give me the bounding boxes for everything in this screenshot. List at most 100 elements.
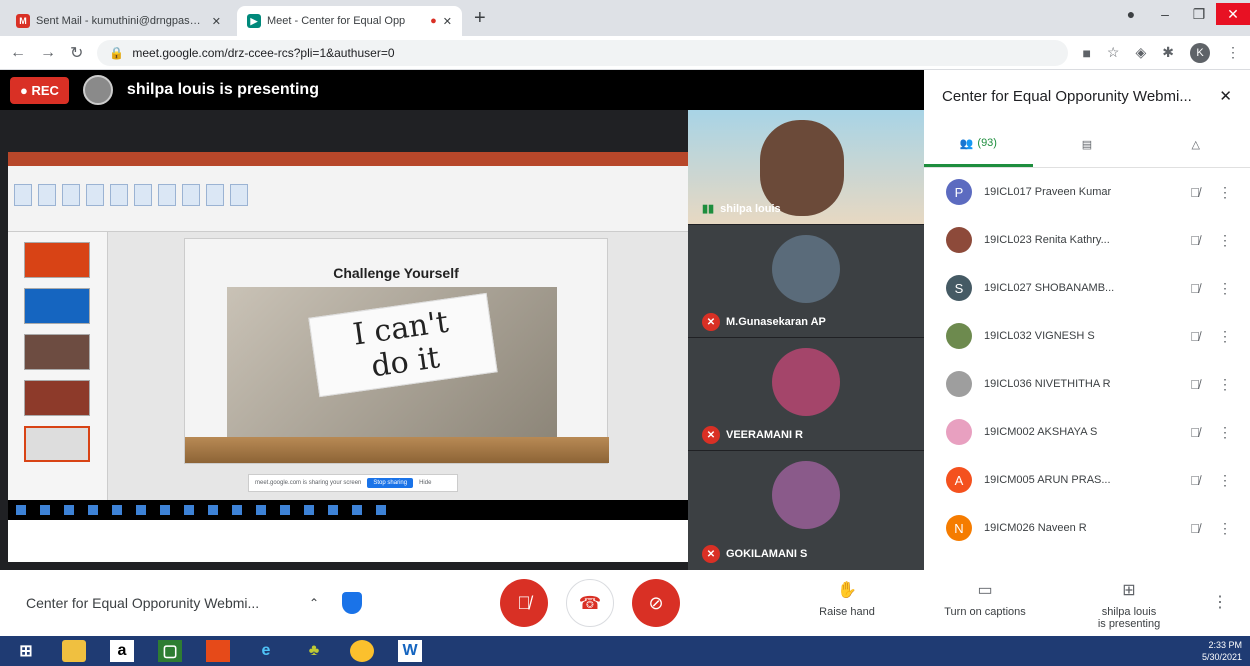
slide-thumbnails — [8, 232, 108, 500]
activities-icon: △ — [1191, 139, 1200, 151]
slide-image: I can't do it — [227, 287, 557, 443]
list-item[interactable]: S 19ICL027 SHOBANAMB... 🎙̸ ⋮ — [924, 264, 1250, 312]
tab-chat[interactable]: ▤ — [1033, 122, 1142, 167]
close-tab-icon[interactable]: ✕ — [443, 15, 452, 28]
more-options-icon[interactable]: ⋮ — [1218, 280, 1232, 297]
tab-sent-mail[interactable]: M Sent Mail - kumuthini@drngpasc.ac.in ✕ — [6, 6, 231, 36]
powerpoint-ribbon — [8, 166, 688, 232]
reload-icon[interactable]: ↻ — [70, 43, 83, 63]
windows-start-icon[interactable]: ⊞ — [14, 640, 38, 662]
participant-avatar — [946, 227, 972, 253]
app-icon[interactable]: ♣ — [302, 640, 326, 662]
more-options-icon[interactable]: ⋮ — [1218, 232, 1232, 249]
list-item[interactable]: A 19ICM005 ARUN PRAS... 🎙̸ ⋮ — [924, 456, 1250, 504]
more-options-icon[interactable]: ⋮ — [1218, 328, 1232, 345]
panel-title: Center for Equal Opporunity Webmi... — [942, 87, 1192, 105]
list-item[interactable]: 19ICM002 AKSHAYA S 🎙̸ ⋮ — [924, 408, 1250, 456]
participant-avatar — [772, 348, 840, 416]
list-item[interactable]: N 19ICM026 Naveen R 🎙̸ ⋮ — [924, 504, 1250, 552]
mic-off-icon: 🎙̸ — [1190, 328, 1200, 344]
chrome-icon[interactable] — [350, 640, 374, 662]
chevron-up-icon[interactable]: ⌃ — [290, 596, 338, 610]
windows-taskbar: ⊞ a ▢ e ♣ W 2:33 PM 5/30/2021 — [0, 636, 1250, 666]
window-close-button[interactable]: ✕ — [1216, 3, 1250, 25]
meeting-title[interactable]: Center for Equal Opporunity Webmi... — [0, 595, 290, 611]
stop-sharing-button[interactable]: Stop sharing — [367, 478, 414, 488]
powerpoint-titlebar — [8, 152, 688, 166]
tab-people[interactable]: 👥 (93) — [924, 122, 1033, 167]
new-tab-button[interactable]: + — [474, 7, 486, 30]
list-item[interactable]: 19ICL023 Renita Kathry... 🎙̸ ⋮ — [924, 216, 1250, 264]
bookmark-star-icon[interactable]: ☆ — [1107, 44, 1120, 61]
extension-icon[interactable]: ◈ — [1135, 44, 1146, 61]
puzzle-icon[interactable]: ✱ — [1162, 44, 1174, 61]
camera-icon[interactable]: ■ — [1082, 45, 1090, 61]
participant-name: 19ICM002 AKSHAYA S — [984, 426, 1098, 438]
hide-button[interactable]: Hide — [419, 480, 431, 486]
participant-tile[interactable]: ✕ M.Gunasekaran AP — [688, 224, 924, 337]
system-tray[interactable]: 2:33 PM 5/30/2021 — [1202, 639, 1242, 663]
more-options-icon[interactable]: ⋮ — [1212, 592, 1228, 612]
presenting-button[interactable]: ⊞ shilpa louis is presenting — [1074, 580, 1184, 630]
ribbon-tools — [8, 178, 688, 212]
list-item[interactable]: P 19ICL017 Praveen Kumar 🎙̸ ⋮ — [924, 168, 1250, 216]
slide-thumbnail — [24, 334, 90, 370]
clock-date: 5/30/2021 — [1201, 652, 1242, 662]
more-options-icon[interactable]: ⋮ — [1218, 424, 1232, 441]
minimize-button[interactable]: – — [1148, 6, 1182, 22]
raise-hand-button[interactable]: ✋ Raise hand — [792, 580, 902, 618]
mic-off-icon: ✕ — [702, 545, 720, 563]
mic-off-icon: 🎙̸ — [1190, 424, 1200, 440]
edge-icon[interactable]: e — [254, 640, 278, 662]
amazon-icon[interactable]: a — [110, 640, 134, 662]
participant-tile[interactable]: ✕ VEERAMANI R — [688, 337, 924, 450]
participant-name: 19ICM026 Naveen R — [984, 522, 1087, 534]
people-panel: Center for Equal Opporunity Webmi... ✕ 👥… — [924, 70, 1250, 570]
panel-tabs: 👥 (93) ▤ △ — [924, 122, 1250, 168]
menu-kebab-icon[interactable]: ⋮ — [1226, 44, 1240, 61]
url-field[interactable]: 🔒 meet.google.com/drz-ccee-rcs?pli=1&aut… — [97, 39, 1069, 66]
tab-activities[interactable]: △ — [1141, 122, 1250, 167]
shield-icon[interactable] — [342, 592, 362, 614]
shared-taskbar — [8, 500, 688, 520]
participant-avatar: A — [946, 467, 972, 493]
forward-icon[interactable]: → — [40, 44, 56, 62]
participant-tile-presenter[interactable]: ▮▮ shilpa louis — [688, 110, 924, 224]
participant-tile[interactable]: ✕ GOKILAMANI S — [688, 450, 924, 570]
mic-off-icon: 🎙̸ — [1190, 280, 1200, 296]
more-options-icon[interactable]: ⋮ — [1218, 520, 1232, 537]
profile-avatar[interactable]: K — [1190, 42, 1210, 63]
meeting-stage: ● REC shilpa louis is presenting Challen… — [0, 70, 924, 570]
slide-thumbnail-active — [24, 426, 90, 462]
tab-label: Sent Mail - kumuthini@drngpasc.ac.in — [36, 15, 206, 27]
more-options-icon[interactable]: ⋮ — [1218, 184, 1232, 201]
more-options-icon[interactable]: ⋮ — [1218, 472, 1232, 489]
tile-name: ✕ GOKILAMANI S — [702, 545, 807, 563]
list-item[interactable]: 19ICL036 NIVETHITHA R 🎙̸ ⋮ — [924, 360, 1250, 408]
participant-name: 19ICL027 SHOBANAMB... — [984, 282, 1115, 294]
word-icon[interactable]: W — [398, 640, 422, 662]
app-icon[interactable]: ▢ — [158, 640, 182, 662]
slide-title: Challenge Yourself — [333, 265, 459, 281]
powerpoint-body: Challenge Yourself I can't do it meet.go… — [8, 232, 688, 500]
tab-meet[interactable]: ▶ Meet - Center for Equal Opp ● ✕ — [237, 6, 462, 36]
leave-call-button[interactable]: ☎ — [566, 579, 614, 627]
mic-off-icon: 🎙̸ — [1190, 232, 1200, 248]
app-icon[interactable] — [206, 640, 230, 662]
participant-avatar: S — [946, 275, 972, 301]
camera-toggle-button[interactable]: ⊘ — [632, 579, 680, 627]
more-options-icon[interactable]: ⋮ — [1218, 376, 1232, 393]
url-text: meet.google.com/drz-ccee-rcs?pli=1&authu… — [132, 45, 395, 60]
captions-button[interactable]: ▭ Turn on captions — [930, 580, 1040, 618]
restore-button[interactable]: ❐ — [1182, 6, 1216, 23]
meet-icon: ▶ — [247, 14, 261, 28]
tile-name: ✕ M.Gunasekaran AP — [702, 313, 826, 331]
ribbon-menu — [8, 166, 688, 178]
mic-toggle-button[interactable]: 🎙̸ — [500, 579, 548, 627]
file-explorer-icon[interactable] — [62, 640, 86, 662]
participant-name: 19ICL017 Praveen Kumar — [984, 186, 1112, 198]
close-tab-icon[interactable]: ✕ — [212, 15, 221, 28]
back-icon[interactable]: ← — [10, 44, 26, 62]
close-panel-icon[interactable]: ✕ — [1219, 87, 1232, 105]
list-item[interactable]: 19ICL032 VIGNESH S 🎙̸ ⋮ — [924, 312, 1250, 360]
